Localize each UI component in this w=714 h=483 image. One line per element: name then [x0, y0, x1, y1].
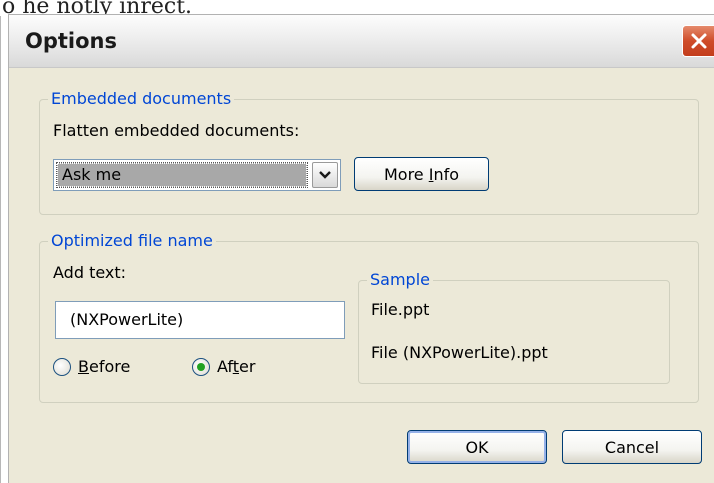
more-info-label-pre: More — [383, 164, 429, 184]
optimized-file-name-legend: Optimized file name — [48, 231, 216, 250]
options-dialog: Options Embedded documents Flatten embed… — [8, 14, 714, 483]
embedded-documents-legend: Embedded documents — [48, 89, 235, 108]
radio-selected-dot — [197, 363, 205, 371]
after-radio[interactable] — [192, 358, 210, 376]
after-label: After — [217, 357, 255, 376]
background-divider — [0, 16, 1, 483]
chevron-down-icon — [319, 171, 331, 179]
sample-group: Sample — [358, 270, 670, 384]
more-info-button[interactable]: More Info — [354, 157, 489, 191]
sample-result-filename: File (NXPowerLite).ppt — [371, 343, 548, 362]
before-label-rest: efore — [88, 357, 131, 376]
cancel-button[interactable]: Cancel — [562, 430, 702, 464]
before-label: Before — [78, 357, 130, 376]
add-text-input[interactable]: (NXPowerLite) — [55, 301, 345, 339]
after-label-post: er — [239, 357, 256, 376]
before-radio[interactable] — [53, 358, 71, 376]
before-label-accel: B — [78, 357, 89, 376]
close-button[interactable] — [682, 25, 714, 57]
ok-button[interactable]: OK — [407, 430, 547, 464]
title-bar[interactable]: Options — [9, 15, 714, 68]
after-label-pre: Af — [217, 357, 233, 376]
flatten-label: Flatten embedded documents: — [53, 121, 300, 140]
close-icon — [691, 33, 706, 49]
sample-legend: Sample — [367, 270, 433, 289]
dropdown-button[interactable] — [312, 162, 338, 188]
sample-original-filename: File.ppt — [371, 300, 430, 319]
add-text-label: Add text: — [53, 263, 127, 282]
dialog-title: Options — [25, 29, 117, 53]
flatten-dropdown[interactable]: Ask me — [53, 159, 341, 191]
flatten-selected-value: Ask me — [56, 162, 308, 188]
more-info-label-post: nfo — [433, 164, 460, 184]
